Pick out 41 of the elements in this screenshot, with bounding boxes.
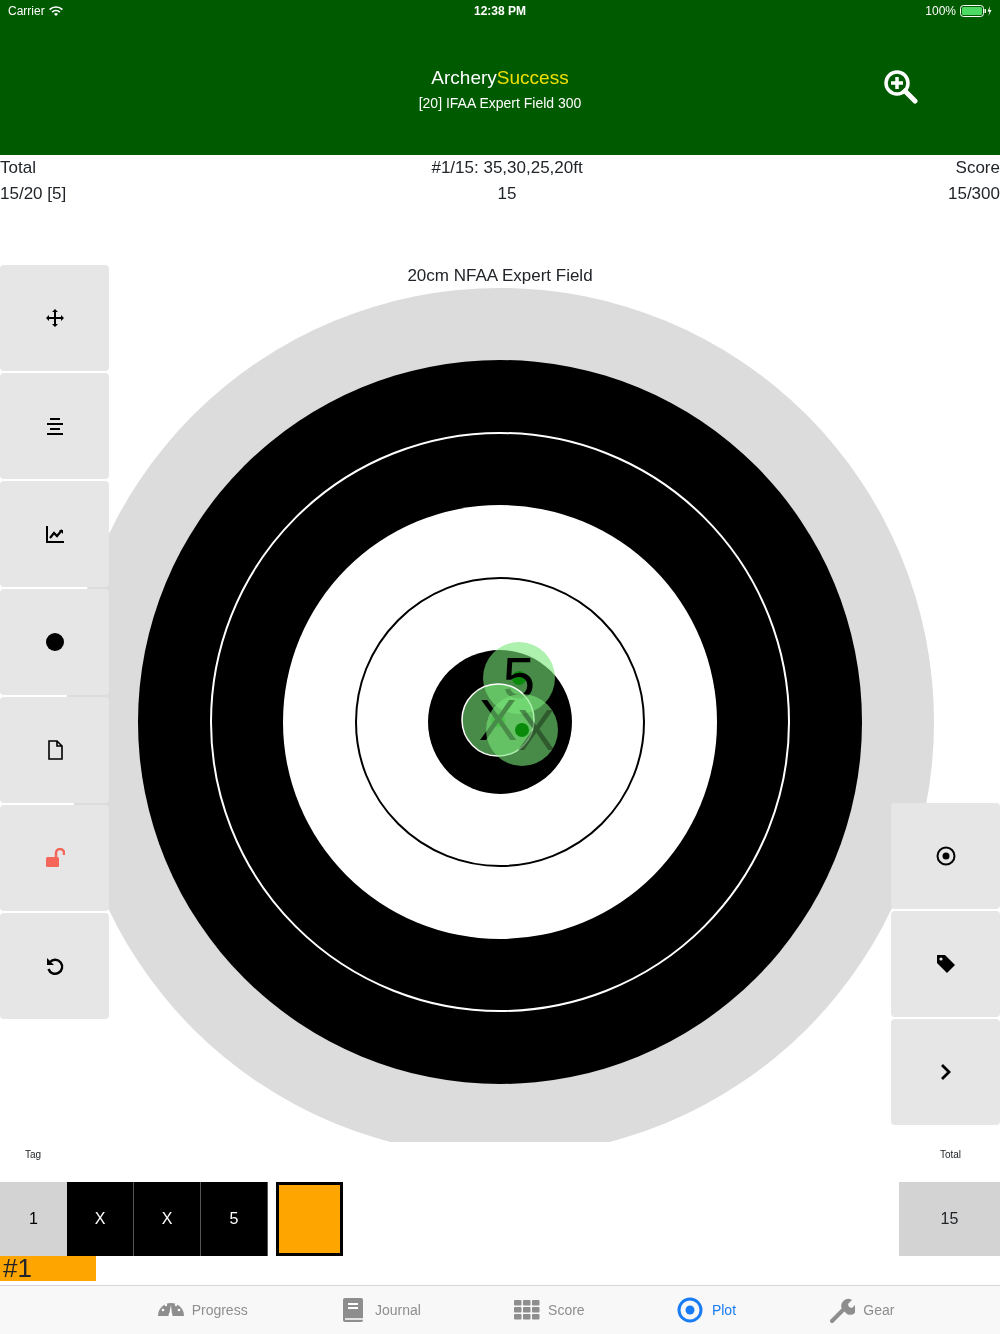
tab-item[interactable]: Journal [338, 1296, 421, 1324]
tool-button[interactable] [0, 589, 109, 695]
wifi-icon [48, 5, 63, 17]
info-value: 15/20 [5] [0, 183, 67, 205]
undo-icon [44, 956, 65, 976]
score-cell[interactable]: 5 [201, 1182, 268, 1256]
end-number-badge: #1 [0, 1256, 96, 1281]
info-label: Total [0, 157, 37, 179]
total-cell: 15 [899, 1182, 1000, 1256]
line-chart-icon [44, 524, 65, 544]
info-value: 15 [496, 183, 518, 205]
subtitle: [20] IFAA Expert Field 300 [418, 94, 582, 111]
move-icon [44, 308, 65, 328]
carrier-label: Carrier [8, 3, 45, 20]
info-label: #1/15: 35,30,25,20ft [431, 157, 583, 179]
align-center-icon [44, 416, 65, 436]
battery-icon [960, 5, 992, 17]
current-score-slot[interactable] [276, 1182, 343, 1256]
tab-item[interactable]: Plot [675, 1296, 737, 1324]
target-icon [935, 846, 956, 866]
info-value: 15/300 [948, 183, 1000, 205]
tab-item[interactable]: Gear [827, 1296, 895, 1324]
battery-level: 100% [925, 3, 956, 20]
tag-cell[interactable]: 1 [0, 1182, 67, 1256]
clock: 12:38 PM [474, 4, 526, 18]
tab-item[interactable]: Progress [155, 1296, 248, 1324]
tag-icon [935, 954, 956, 974]
unlock-icon [44, 848, 65, 868]
target-face[interactable] [66, 288, 934, 1142]
zoom-in-icon[interactable] [884, 70, 918, 104]
score-cell[interactable]: X [67, 1182, 134, 1256]
column-label: Tag [25, 1148, 42, 1162]
wrench-icon [827, 1296, 856, 1324]
info-label: Score [954, 157, 1000, 179]
dot-icon [44, 632, 65, 652]
app-title: ArcherySuccess [431, 66, 569, 90]
column-label: Total [939, 1148, 961, 1162]
tab-item[interactable]: Score [512, 1296, 585, 1324]
score-cell[interactable]: X [134, 1182, 201, 1256]
target-title: 20cm NFAA Expert Field [407, 266, 593, 285]
target-icon [675, 1296, 704, 1324]
